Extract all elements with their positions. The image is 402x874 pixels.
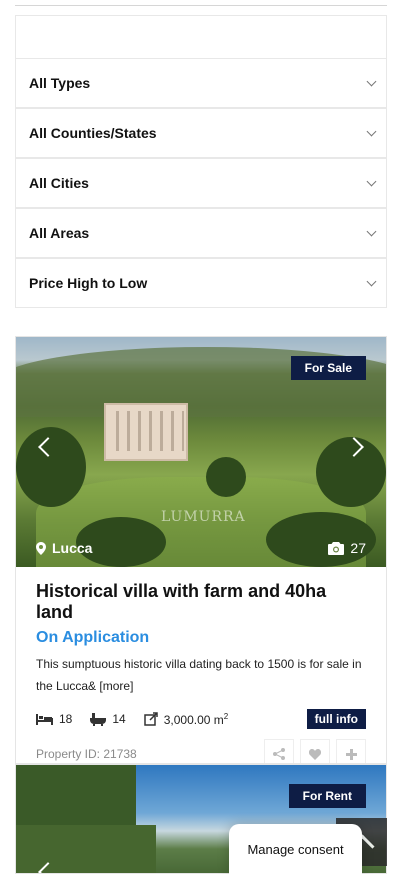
search-bar-bottom <box>15 0 387 6</box>
heart-icon <box>309 748 321 760</box>
photo-count-label: 27 <box>350 540 366 556</box>
listing-description-text: This sumptuous historic villa dating bac… <box>36 657 362 693</box>
property-id-row: Property ID: 21738 <box>36 739 366 763</box>
city-select-value: All Cities <box>29 175 89 191</box>
more-link[interactable]: [more] <box>99 679 133 693</box>
sort-select[interactable]: Price High to Low <box>15 258 387 308</box>
listing-location[interactable]: Lucca <box>36 540 92 556</box>
photo-count[interactable]: 27 <box>328 540 366 556</box>
floor-area-value: 3,000.00 m2 <box>163 711 229 727</box>
bathrooms: 14 <box>90 712 126 726</box>
map-marker-icon <box>36 541 46 555</box>
villa-image <box>104 403 188 461</box>
listing-features: 18 14 3,000.00 m2 full info <box>36 709 366 729</box>
listing-card: LUMURRA For Sale Lucca 27 Historical vil… <box>15 336 387 764</box>
bedrooms: 18 <box>36 712 72 726</box>
county-select[interactable]: All Counties/States <box>15 108 387 158</box>
full-info-button[interactable]: full info <box>306 709 366 729</box>
bedrooms-count: 18 <box>59 712 73 726</box>
chevron-down-icon <box>366 276 377 287</box>
listing-actions <box>264 739 366 763</box>
area-icon <box>143 712 158 726</box>
area-select[interactable]: All Areas <box>15 208 387 258</box>
chevron-down-icon <box>366 126 377 137</box>
bed-icon <box>36 713 53 725</box>
chevron-down-icon <box>366 76 377 87</box>
add-compare-button[interactable] <box>336 739 366 763</box>
type-select-value: All Types <box>29 75 91 91</box>
listing-photo[interactable]: LUMURRA For Sale Lucca 27 <box>16 337 386 567</box>
favorite-button[interactable] <box>300 739 330 763</box>
status-badge: For Rent <box>288 784 366 808</box>
share-icon <box>273 748 285 760</box>
bathrooms-count: 14 <box>112 712 126 726</box>
manage-consent-button[interactable]: Manage consent <box>229 824 362 874</box>
property-id: Property ID: 21738 <box>36 747 137 761</box>
type-select[interactable]: All Types <box>15 58 387 108</box>
logo-watermark: LUMURRA <box>161 509 246 525</box>
camera-icon <box>328 541 345 555</box>
bath-icon <box>90 712 107 726</box>
chevron-down-icon <box>366 226 377 237</box>
status-badge: For Sale <box>290 356 366 380</box>
listing-title[interactable]: Historical villa with farm and 40ha land <box>36 581 366 623</box>
sort-select-value: Price High to Low <box>29 275 148 291</box>
city-select[interactable]: All Cities <box>15 158 387 208</box>
floor-area: 3,000.00 m2 <box>143 711 229 727</box>
listing-description: This sumptuous historic villa dating bac… <box>36 653 366 697</box>
listing-price: On Application <box>36 629 150 646</box>
plus-icon <box>345 748 357 760</box>
listing-location-label: Lucca <box>52 540 93 556</box>
share-button[interactable] <box>264 739 294 763</box>
listing-info: Historical villa with farm and 40ha land… <box>16 567 386 763</box>
county-select-value: All Counties/States <box>29 125 157 141</box>
chevron-down-icon <box>366 176 377 187</box>
area-select-value: All Areas <box>29 225 90 241</box>
